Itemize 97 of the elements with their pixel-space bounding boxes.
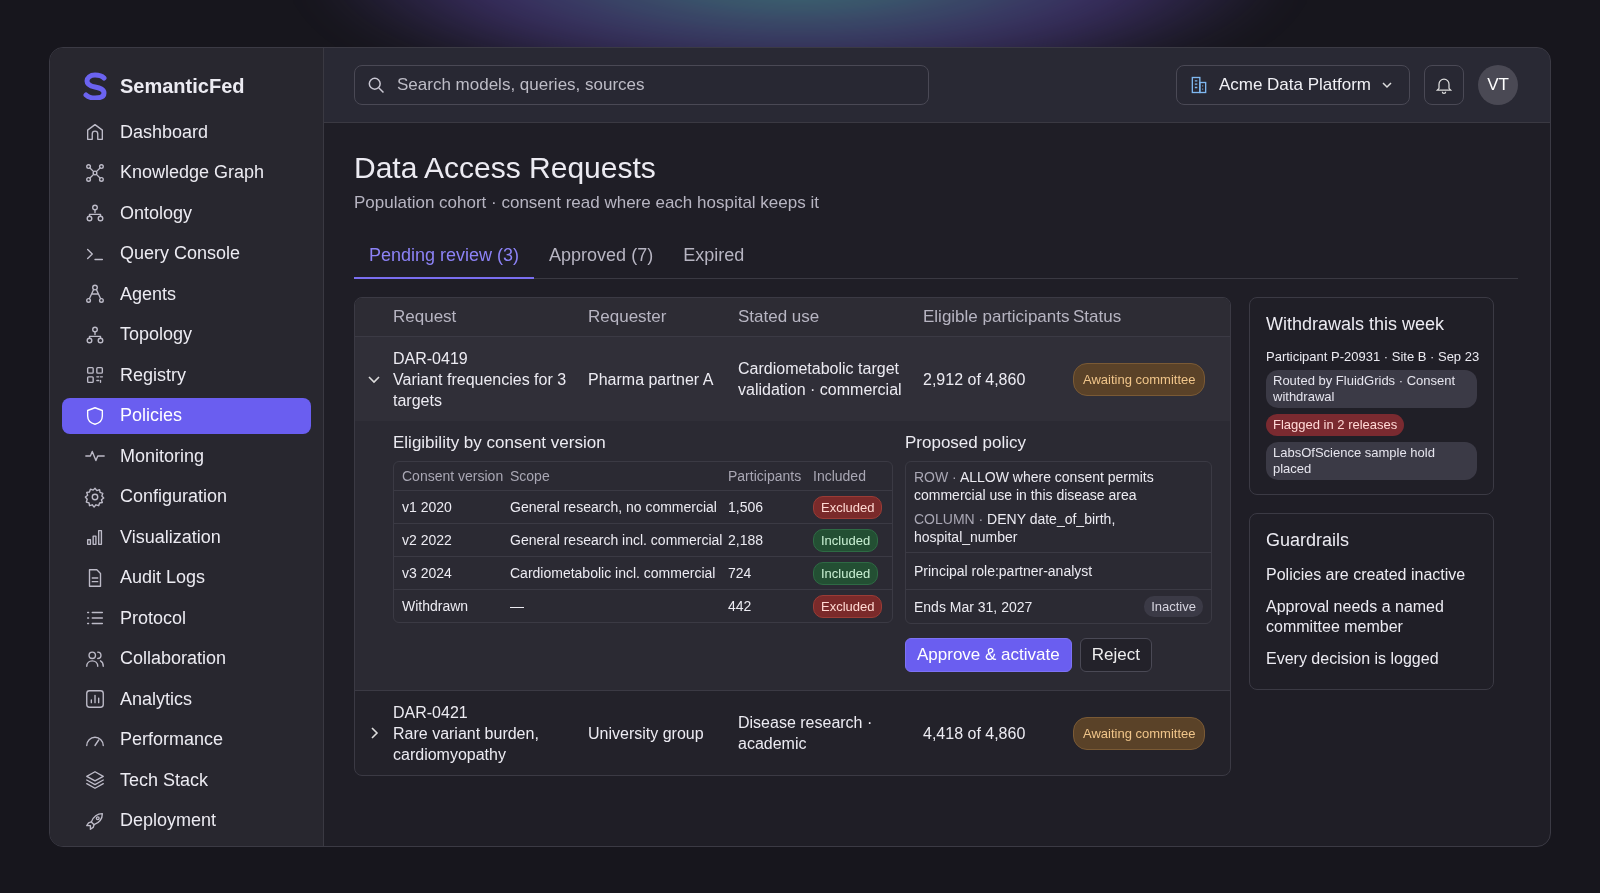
logo-icon [82, 72, 110, 100]
workspace-selector[interactable]: Acme Data Platform [1175, 65, 1410, 105]
inclusion-badge: Included [813, 561, 879, 585]
agents-icon [84, 283, 106, 305]
graph-icon [84, 161, 106, 184]
table-cell-text: 724 [728, 565, 753, 581]
eligible-cell-text: 2,912 of 4,860 [923, 369, 1027, 390]
section-title: Eligibility by consent version [393, 433, 607, 453]
tag: Flagged in 2 releases [1266, 414, 1405, 436]
search-field[interactable]: Search models, queries, sources [354, 65, 929, 105]
table-cell-text: Withdrawn [402, 598, 470, 614]
end-date: Ends Mar 31, 2027 [914, 598, 1033, 615]
tag: LabsOfScience sample hold placed [1266, 442, 1477, 480]
column-header: Eligible participants [923, 307, 1071, 327]
tab[interactable]: Expired [668, 235, 760, 279]
policy-rule: ROW · ALLOW where consent permits commercial use in this disease area [914, 468, 1155, 504]
status-badge: Awaiting committee [1073, 716, 1206, 750]
grid-icon [84, 364, 106, 386]
nav-item[interactable]: Analytics [62, 681, 311, 717]
table-cell-text: Cardiometabolic incl. commercial [510, 565, 717, 581]
nav-item[interactable]: Protocol [62, 600, 311, 636]
column-header: Scope [510, 468, 551, 484]
tag: Routed by FluidGrids · Consent withdrawal [1266, 370, 1477, 408]
stated-use-cell-text: Disease research · academic [738, 713, 874, 754]
table-cell-text: v3 2024 [402, 565, 453, 581]
inclusion-badge: Excluded [813, 594, 883, 618]
nav-item[interactable]: Configuration [62, 478, 311, 515]
guardrail-item: Policies are created inactive [1266, 565, 1466, 585]
requester-cell-text: University group [588, 723, 705, 744]
card-title: Guardrails [1266, 530, 1350, 551]
section-title: Proposed policy [905, 433, 1027, 453]
nav-item[interactable]: Topology [62, 316, 311, 353]
nav-item[interactable]: Audit Logs [62, 559, 311, 596]
caret-icon [1381, 79, 1393, 91]
policy-rule: COLUMN · DENY date_of_birth, hospital_number [914, 510, 1117, 546]
search-icon [366, 75, 386, 95]
column-header: Participants [728, 468, 803, 484]
chart-icon [84, 688, 106, 710]
request-title: Rare variant burden, cardiomyopathy [393, 723, 540, 765]
table-cell-text: 442 [728, 598, 753, 614]
request-id: DAR-0421 [393, 702, 469, 723]
nav-item[interactable]: Agents [62, 276, 311, 312]
layers-icon [84, 769, 106, 791]
nav-item[interactable]: Monitoring [62, 438, 311, 474]
home-icon [84, 121, 106, 143]
column-header: Requester [588, 307, 668, 327]
user-avatar[interactable]: VT [1478, 65, 1518, 105]
gear-icon [84, 485, 106, 508]
nav-item[interactable]: Query Console [62, 235, 311, 272]
nav-item[interactable]: Dashboard [62, 114, 311, 150]
request-row[interactable]: DAR-0421 Rare variant burden, cardiomyopathy University group Disease research · academic 4,418 of 4,860 Awaiting committee [355, 691, 1230, 775]
approve-button[interactable]: Approve & activate [905, 638, 1072, 672]
table-cell-text: v2 2022 [402, 532, 453, 548]
eligible-cell-text: 4,418 of 4,860 [923, 723, 1027, 744]
withdrawal-entry: Participant P-20931 · Site B · Sep 23 [1266, 349, 1480, 364]
nav-item[interactable]: Visualization [62, 519, 311, 555]
nav-item[interactable]: Deployment [62, 802, 311, 839]
guardrail-item: Approval needs a named committee member [1266, 597, 1445, 637]
request-id: DAR-0419 [393, 348, 469, 369]
page-title: Data Access Requests [354, 151, 657, 185]
column-header: Included [813, 468, 867, 484]
nav-item[interactable]: Tech Stack [62, 762, 311, 798]
requester-cell-text: Pharma partner A [588, 369, 715, 390]
tree-icon [84, 202, 106, 224]
page-subtitle: Population cohort · consent read where each hospital keeps it [354, 193, 820, 213]
table-cell-text: v1 2020 [402, 499, 453, 515]
nav-item[interactable]: Performance [62, 721, 311, 758]
nav-item[interactable]: Knowledge Graph [62, 154, 311, 191]
tab[interactable]: Approved (7) [534, 235, 669, 279]
reject-button[interactable]: Reject [1079, 638, 1152, 672]
stated-use-cell-text: Cardiometabolic target validation · commercial [738, 359, 903, 400]
nav-item[interactable]: Policies [62, 397, 311, 434]
nav-item[interactable]: Registry [62, 357, 311, 393]
request-title: Variant frequencies for 3 targets [393, 369, 568, 411]
column-header: Status [1073, 307, 1123, 327]
nav-item[interactable]: Collaboration [62, 640, 311, 677]
brand-name: SemanticFed [120, 74, 245, 98]
table-cell-text: — [510, 598, 525, 614]
status-badge: Awaiting committee [1073, 362, 1206, 396]
column-header: Request [393, 307, 458, 327]
column-header: Consent version [402, 468, 505, 484]
request-row[interactable]: DAR-0419 Variant frequencies for 3 targets Pharma partner A Cardiometabolic target validation · commercial 2,912 of 4,860 Awaiting committee [355, 337, 1230, 421]
table-cell-text: General research, no commercial [510, 499, 718, 515]
shield-icon [84, 404, 106, 427]
table-cell-text: 1,506 [728, 499, 765, 515]
notifications-button[interactable] [1424, 65, 1464, 105]
inclusion-badge: Included [813, 528, 879, 552]
column-header: Stated use [738, 307, 821, 327]
guardrail-item: Every decision is logged [1266, 649, 1439, 669]
table-cell-text: 2,188 [728, 532, 765, 548]
nav-item[interactable]: Ontology [62, 195, 311, 231]
inclusion-badge: Excluded [813, 495, 883, 519]
policy-state-badge: Inactive [1144, 596, 1203, 617]
principal-text: Principal role:partner-analyst [906, 553, 1211, 590]
card-title: Withdrawals this week [1266, 314, 1445, 335]
tab[interactable]: Pending review (3) [354, 235, 535, 279]
table-cell-text: General research incl. commercial [510, 532, 724, 548]
